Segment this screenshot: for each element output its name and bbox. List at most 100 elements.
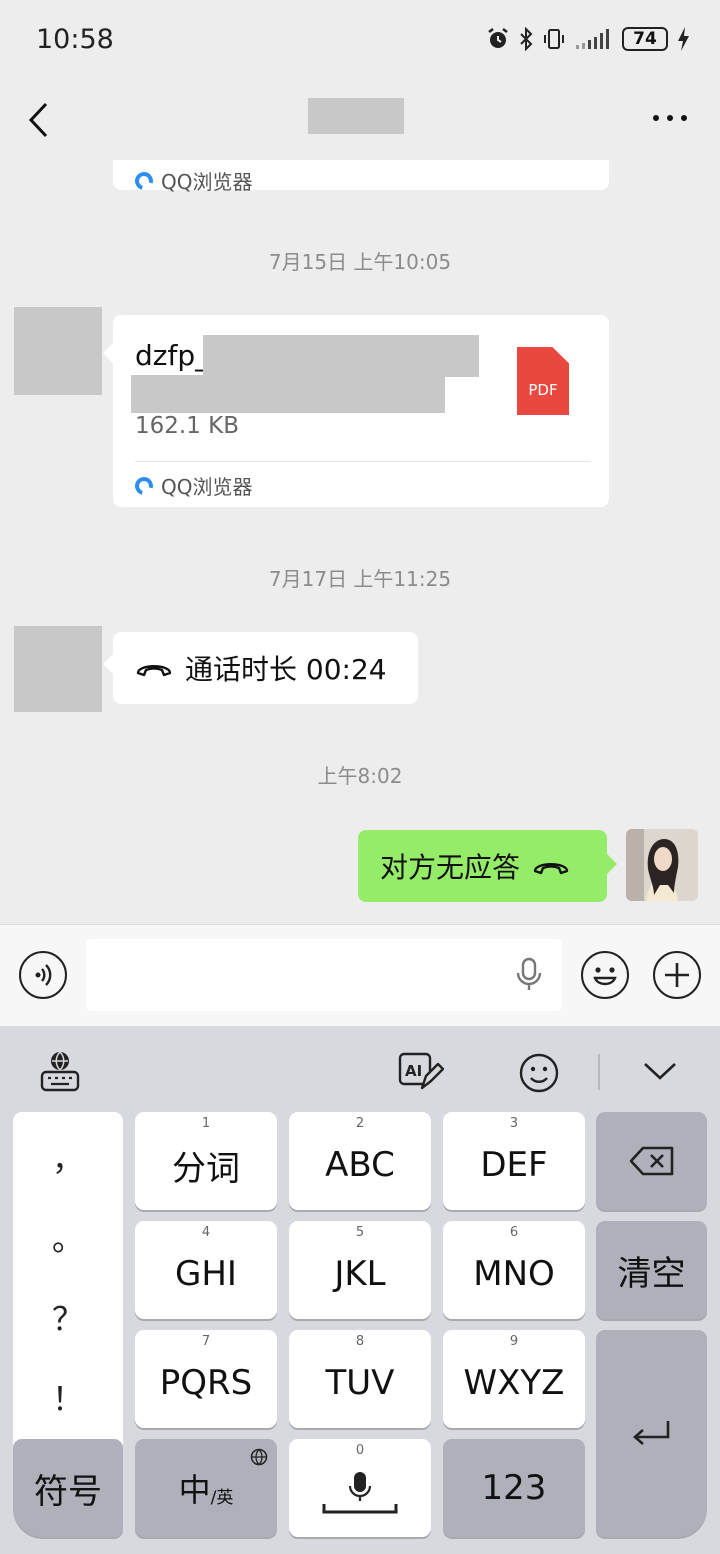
alarm-icon	[488, 28, 508, 48]
file-name-prefix: dzfp_	[135, 339, 210, 372]
my-avatar[interactable]	[626, 829, 698, 901]
punct-question[interactable]: ？	[13, 1294, 123, 1340]
keyboard-globe-icon[interactable]	[38, 1050, 82, 1094]
key-label: 分词	[172, 1148, 240, 1189]
numbers-key[interactable]: 123	[443, 1439, 585, 1537]
punct-period[interactable]: 。	[13, 1214, 123, 1260]
keyboard-toolbar: AI	[0, 1026, 720, 1112]
more-functions-button[interactable]	[653, 951, 701, 999]
message-input[interactable]	[86, 939, 562, 1011]
chat-messages[interactable]: QQ浏览器 7月15日 上午10:05 dzfp_ 162.1 KB PDF Q…	[0, 160, 720, 924]
ai-writing-icon[interactable]: AI	[398, 1050, 444, 1094]
key-8[interactable]: 8 TUV	[289, 1330, 431, 1428]
key-2[interactable]: 2 ABC	[289, 1112, 431, 1210]
timestamp: 7月15日 上午10:05	[268, 250, 452, 274]
key-number: 1	[201, 1116, 211, 1131]
bluetooth-icon	[520, 27, 533, 51]
key-9[interactable]: 9 WXYZ	[443, 1330, 585, 1428]
signal-icon	[576, 29, 609, 49]
file-name: dzfp_	[135, 339, 209, 372]
chevron-left-icon	[28, 102, 48, 138]
microphone-icon	[322, 1472, 398, 1514]
input-bar	[0, 924, 720, 1026]
lang-sub-label: /英	[210, 1487, 234, 1508]
chat-title-redacted	[308, 98, 404, 134]
key-label: PQRS	[159, 1363, 253, 1403]
svg-text:AI: AI	[405, 1062, 422, 1080]
battery-indicator: 74	[622, 27, 668, 51]
key-label: DEF	[480, 1145, 548, 1185]
voice-toggle-button[interactable]	[19, 951, 67, 999]
no-answer-text: 对方无应答	[380, 851, 521, 884]
backspace-key[interactable]	[596, 1112, 707, 1210]
voice-wave-icon	[35, 964, 52, 986]
space-key[interactable]: 0	[289, 1439, 431, 1537]
file-size: 162.1 KB	[135, 413, 240, 439]
key-number: 4	[201, 1225, 211, 1240]
status-time: 10:58	[36, 24, 114, 55]
keyboard: AI ， 。 ？ ！ 1 分词 2 ABC 3 DEF 4 GHI 5 JKL 6 MNO …	[0, 1026, 720, 1554]
key-number: 7	[201, 1334, 211, 1349]
language-switch-key[interactable]: 中/英	[135, 1439, 277, 1537]
pdf-type-label: PDF	[528, 381, 558, 399]
clear-key-label: 清空	[617, 1253, 686, 1294]
back-button[interactable]	[22, 98, 62, 142]
key-label: JKL	[334, 1254, 386, 1294]
status-icons: 74	[486, 26, 690, 52]
file-source-label: QQ浏览器	[161, 475, 253, 499]
key-number: 2	[355, 1116, 365, 1131]
pdf-file-icon: PDF	[517, 347, 569, 415]
more-button[interactable]	[650, 100, 690, 136]
punctuation-column[interactable]: ， 。 ？ ！	[13, 1112, 123, 1454]
avatar-photo	[626, 829, 698, 901]
punct-exclamation[interactable]: ！	[13, 1374, 123, 1420]
key-number: 9	[509, 1334, 519, 1349]
key-number: 5	[355, 1225, 365, 1240]
key-4[interactable]: 4 GHI	[135, 1221, 277, 1319]
vibrate-icon	[544, 29, 564, 49]
call-duration-message[interactable]: 通话时长 00:24	[103, 632, 418, 704]
key-label: TUV	[325, 1363, 395, 1403]
lang-main-label: 中	[178, 1471, 211, 1509]
emoji-button[interactable]	[581, 951, 629, 999]
key-number: 6	[509, 1225, 519, 1240]
avatar[interactable]	[14, 307, 102, 395]
enter-icon	[632, 1420, 669, 1445]
avatar[interactable]	[14, 626, 102, 712]
key-7[interactable]: 7 PQRS	[135, 1330, 277, 1428]
file-name-redaction-2	[131, 375, 445, 413]
key-5[interactable]: 5 JKL	[289, 1221, 431, 1319]
file-message[interactable]: dzfp_ 162.1 KB PDF QQ浏览器	[103, 315, 609, 507]
key-1[interactable]: 1 分词	[135, 1112, 277, 1210]
enter-key[interactable]	[596, 1330, 707, 1537]
status-bar: 10:58 74	[0, 0, 720, 80]
no-answer-message[interactable]: 对方无应答	[358, 830, 617, 902]
key-number: 0	[355, 1443, 365, 1458]
qq-browser-icon	[131, 473, 157, 498]
chevron-down-icon[interactable]	[642, 1058, 678, 1084]
symbols-key[interactable]: 符号	[13, 1439, 123, 1537]
symbols-key-label: 符号	[34, 1471, 102, 1512]
key-6[interactable]: 6 MNO	[443, 1221, 585, 1319]
globe-icon	[250, 1448, 268, 1466]
emoji-keyboard-icon[interactable]	[518, 1052, 560, 1094]
key-label: WXYZ	[463, 1363, 565, 1403]
file-source: QQ浏览器	[131, 166, 253, 195]
key-label: GHI	[175, 1254, 237, 1294]
call-duration-text: 通话时长 00:24	[185, 653, 387, 686]
phone-hangup-icon	[533, 863, 569, 875]
file-source-label: QQ浏览器	[161, 170, 253, 194]
timestamp: 上午8:02	[317, 764, 403, 788]
charging-icon	[678, 27, 689, 51]
previous-file-card[interactable]: QQ浏览器	[113, 160, 609, 194]
clear-key[interactable]: 清空	[596, 1221, 707, 1319]
timestamp: 7月17日 上午11:25	[268, 567, 452, 591]
smiley-icon	[593, 967, 617, 986]
phone-hangup-icon	[136, 665, 172, 677]
qq-browser-icon	[131, 168, 157, 193]
punct-comma[interactable]: ，	[13, 1134, 123, 1180]
key-number: 8	[355, 1334, 365, 1349]
microphone-icon[interactable]	[515, 957, 543, 993]
key-3[interactable]: 3 DEF	[443, 1112, 585, 1210]
card-divider	[135, 461, 591, 462]
